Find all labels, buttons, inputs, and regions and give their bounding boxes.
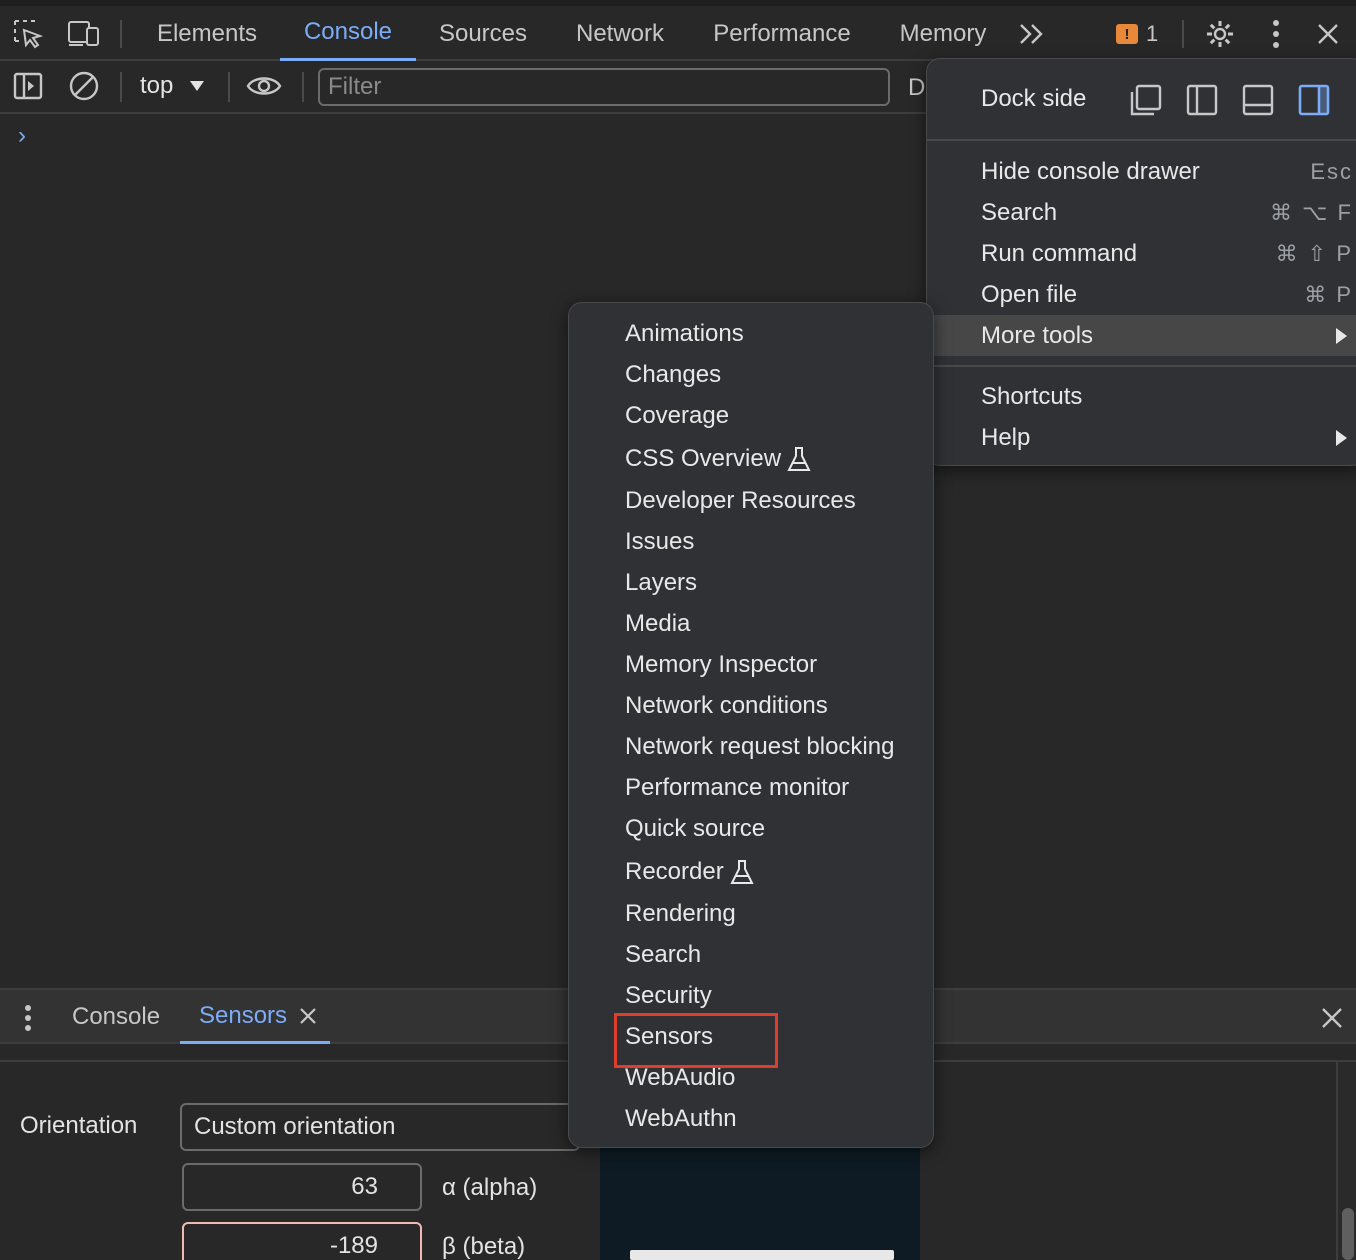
toolbar-divider: [120, 20, 122, 48]
console-prompt-icon[interactable]: ›: [18, 122, 26, 150]
issues-count: 1: [1146, 21, 1159, 46]
warning-icon: !: [1116, 24, 1138, 44]
more-tools-rendering[interactable]: Rendering: [625, 897, 736, 931]
menu-item-open-file[interactable]: Open file ⌘ P: [927, 274, 1356, 315]
submenu-arrow-icon: [1336, 429, 1347, 446]
drawer-tab-console[interactable]: Console: [72, 990, 160, 1044]
menu-item-search[interactable]: Search ⌘ ⌥ F: [927, 192, 1356, 233]
more-tools-network-request-blocking[interactable]: Network request blocking: [625, 730, 894, 764]
tab-memory[interactable]: Memory: [884, 6, 1002, 61]
more-tools-network-conditions[interactable]: Network conditions: [625, 689, 828, 723]
menu-item-run-command[interactable]: Run command ⌘ ⇧ P: [927, 233, 1356, 274]
submenu-arrow-icon: [1336, 327, 1347, 344]
more-tools-developer-resources[interactable]: Developer Resources: [625, 484, 856, 518]
device-model: [630, 1250, 894, 1260]
menu-item-shortcuts[interactable]: Shortcuts: [927, 376, 1356, 417]
toolbar-divider: [1182, 20, 1184, 48]
default-levels-label-cutoff[interactable]: D: [908, 74, 925, 102]
dock-right-icon[interactable]: [1297, 83, 1331, 117]
tab-network[interactable]: Network: [560, 6, 680, 61]
undock-icon[interactable]: [1129, 83, 1163, 117]
settings-gear-icon[interactable]: [1202, 16, 1238, 52]
more-tools-webauthn[interactable]: WebAuthn: [625, 1102, 737, 1136]
more-tools-coverage[interactable]: Coverage: [625, 399, 729, 433]
dock-side-label: Dock side: [981, 85, 1087, 112]
tab-console[interactable]: Console: [280, 6, 416, 61]
more-tools-memory-inspector[interactable]: Memory Inspector: [625, 648, 817, 682]
orientation-value: Custom orientation: [194, 1113, 396, 1140]
dock-left-icon[interactable]: [1185, 83, 1219, 117]
alpha-input[interactable]: 63: [182, 1163, 422, 1211]
clear-console-icon[interactable]: [66, 68, 102, 104]
more-tools-layers[interactable]: Layers: [625, 566, 697, 600]
more-tabs-chevron-icon[interactable]: [1014, 16, 1050, 52]
more-tools-changes[interactable]: Changes: [625, 358, 721, 392]
tab-sources[interactable]: Sources: [424, 6, 542, 61]
more-tools-issues[interactable]: Issues: [625, 525, 694, 559]
more-tools-search[interactable]: Search: [625, 938, 701, 972]
more-tools-quick-source[interactable]: Quick source: [625, 812, 765, 846]
context-value: top: [140, 72, 174, 99]
beta-input[interactable]: -189: [182, 1222, 422, 1260]
alpha-label: α (alpha): [442, 1174, 538, 1201]
more-tools-recorder[interactable]: Recorder: [625, 855, 754, 889]
toolbar-divider: [302, 72, 304, 102]
toolbar-divider: [120, 72, 122, 102]
more-tools-media[interactable]: Media: [625, 607, 690, 641]
devtools-tab-bar: Elements Console Sources Network Perform…: [0, 6, 1356, 61]
menu-separator: [927, 365, 1356, 367]
more-tools-animations[interactable]: Animations: [625, 317, 744, 351]
drawer-more-icon[interactable]: [10, 1000, 46, 1036]
more-tools-security[interactable]: Security: [625, 979, 712, 1013]
menu-item-help[interactable]: Help: [927, 417, 1356, 458]
dropdown-triangle-icon: [190, 81, 205, 91]
sidebar-toggle-icon[interactable]: [10, 68, 46, 104]
inspect-element-icon[interactable]: [10, 16, 46, 52]
context-selector[interactable]: top: [140, 72, 205, 100]
drawer-tab-sensors[interactable]: Sensors: [180, 990, 330, 1044]
tab-elements[interactable]: Elements: [140, 6, 274, 61]
more-tools-css-overview[interactable]: CSS Overview: [625, 442, 811, 476]
orientation-label: Orientation: [20, 1112, 138, 1139]
experiment-flask-icon: [730, 860, 754, 884]
menu-item-more-tools[interactable]: More tools: [927, 315, 1356, 356]
device-toolbar-icon[interactable]: [66, 16, 102, 52]
dock-bottom-icon[interactable]: [1241, 83, 1275, 117]
customize-devtools-menu: Dock side Hide console drawer Esc Search…: [926, 58, 1356, 466]
close-devtools-icon[interactable]: [1310, 16, 1346, 52]
sensors-scrollbar[interactable]: [1336, 1062, 1356, 1260]
sensors-highlight-box: [614, 1013, 778, 1068]
console-filter-input[interactable]: Filter: [318, 68, 890, 106]
live-expression-eye-icon[interactable]: [246, 68, 282, 104]
close-drawer-icon[interactable]: [1314, 1000, 1350, 1036]
close-tab-icon[interactable]: [299, 1007, 317, 1025]
kebab-menu-icon[interactable]: [1258, 16, 1294, 52]
menu-separator: [927, 139, 1356, 141]
menu-item-hide-console-drawer[interactable]: Hide console drawer Esc: [927, 151, 1356, 192]
scrollbar-thumb[interactable]: [1342, 1208, 1354, 1260]
issues-counter[interactable]: ! 1: [1116, 20, 1158, 48]
beta-label: β (beta): [442, 1233, 526, 1260]
drawer-tab-sensors-label: Sensors: [199, 1001, 288, 1029]
experiment-flask-icon: [787, 447, 811, 471]
tab-performance[interactable]: Performance: [700, 6, 864, 61]
orientation-preview[interactable]: [600, 1146, 920, 1260]
toolbar-divider: [228, 72, 230, 102]
orientation-select[interactable]: Custom orientation: [180, 1103, 580, 1151]
more-tools-performance-monitor[interactable]: Performance monitor: [625, 771, 849, 805]
